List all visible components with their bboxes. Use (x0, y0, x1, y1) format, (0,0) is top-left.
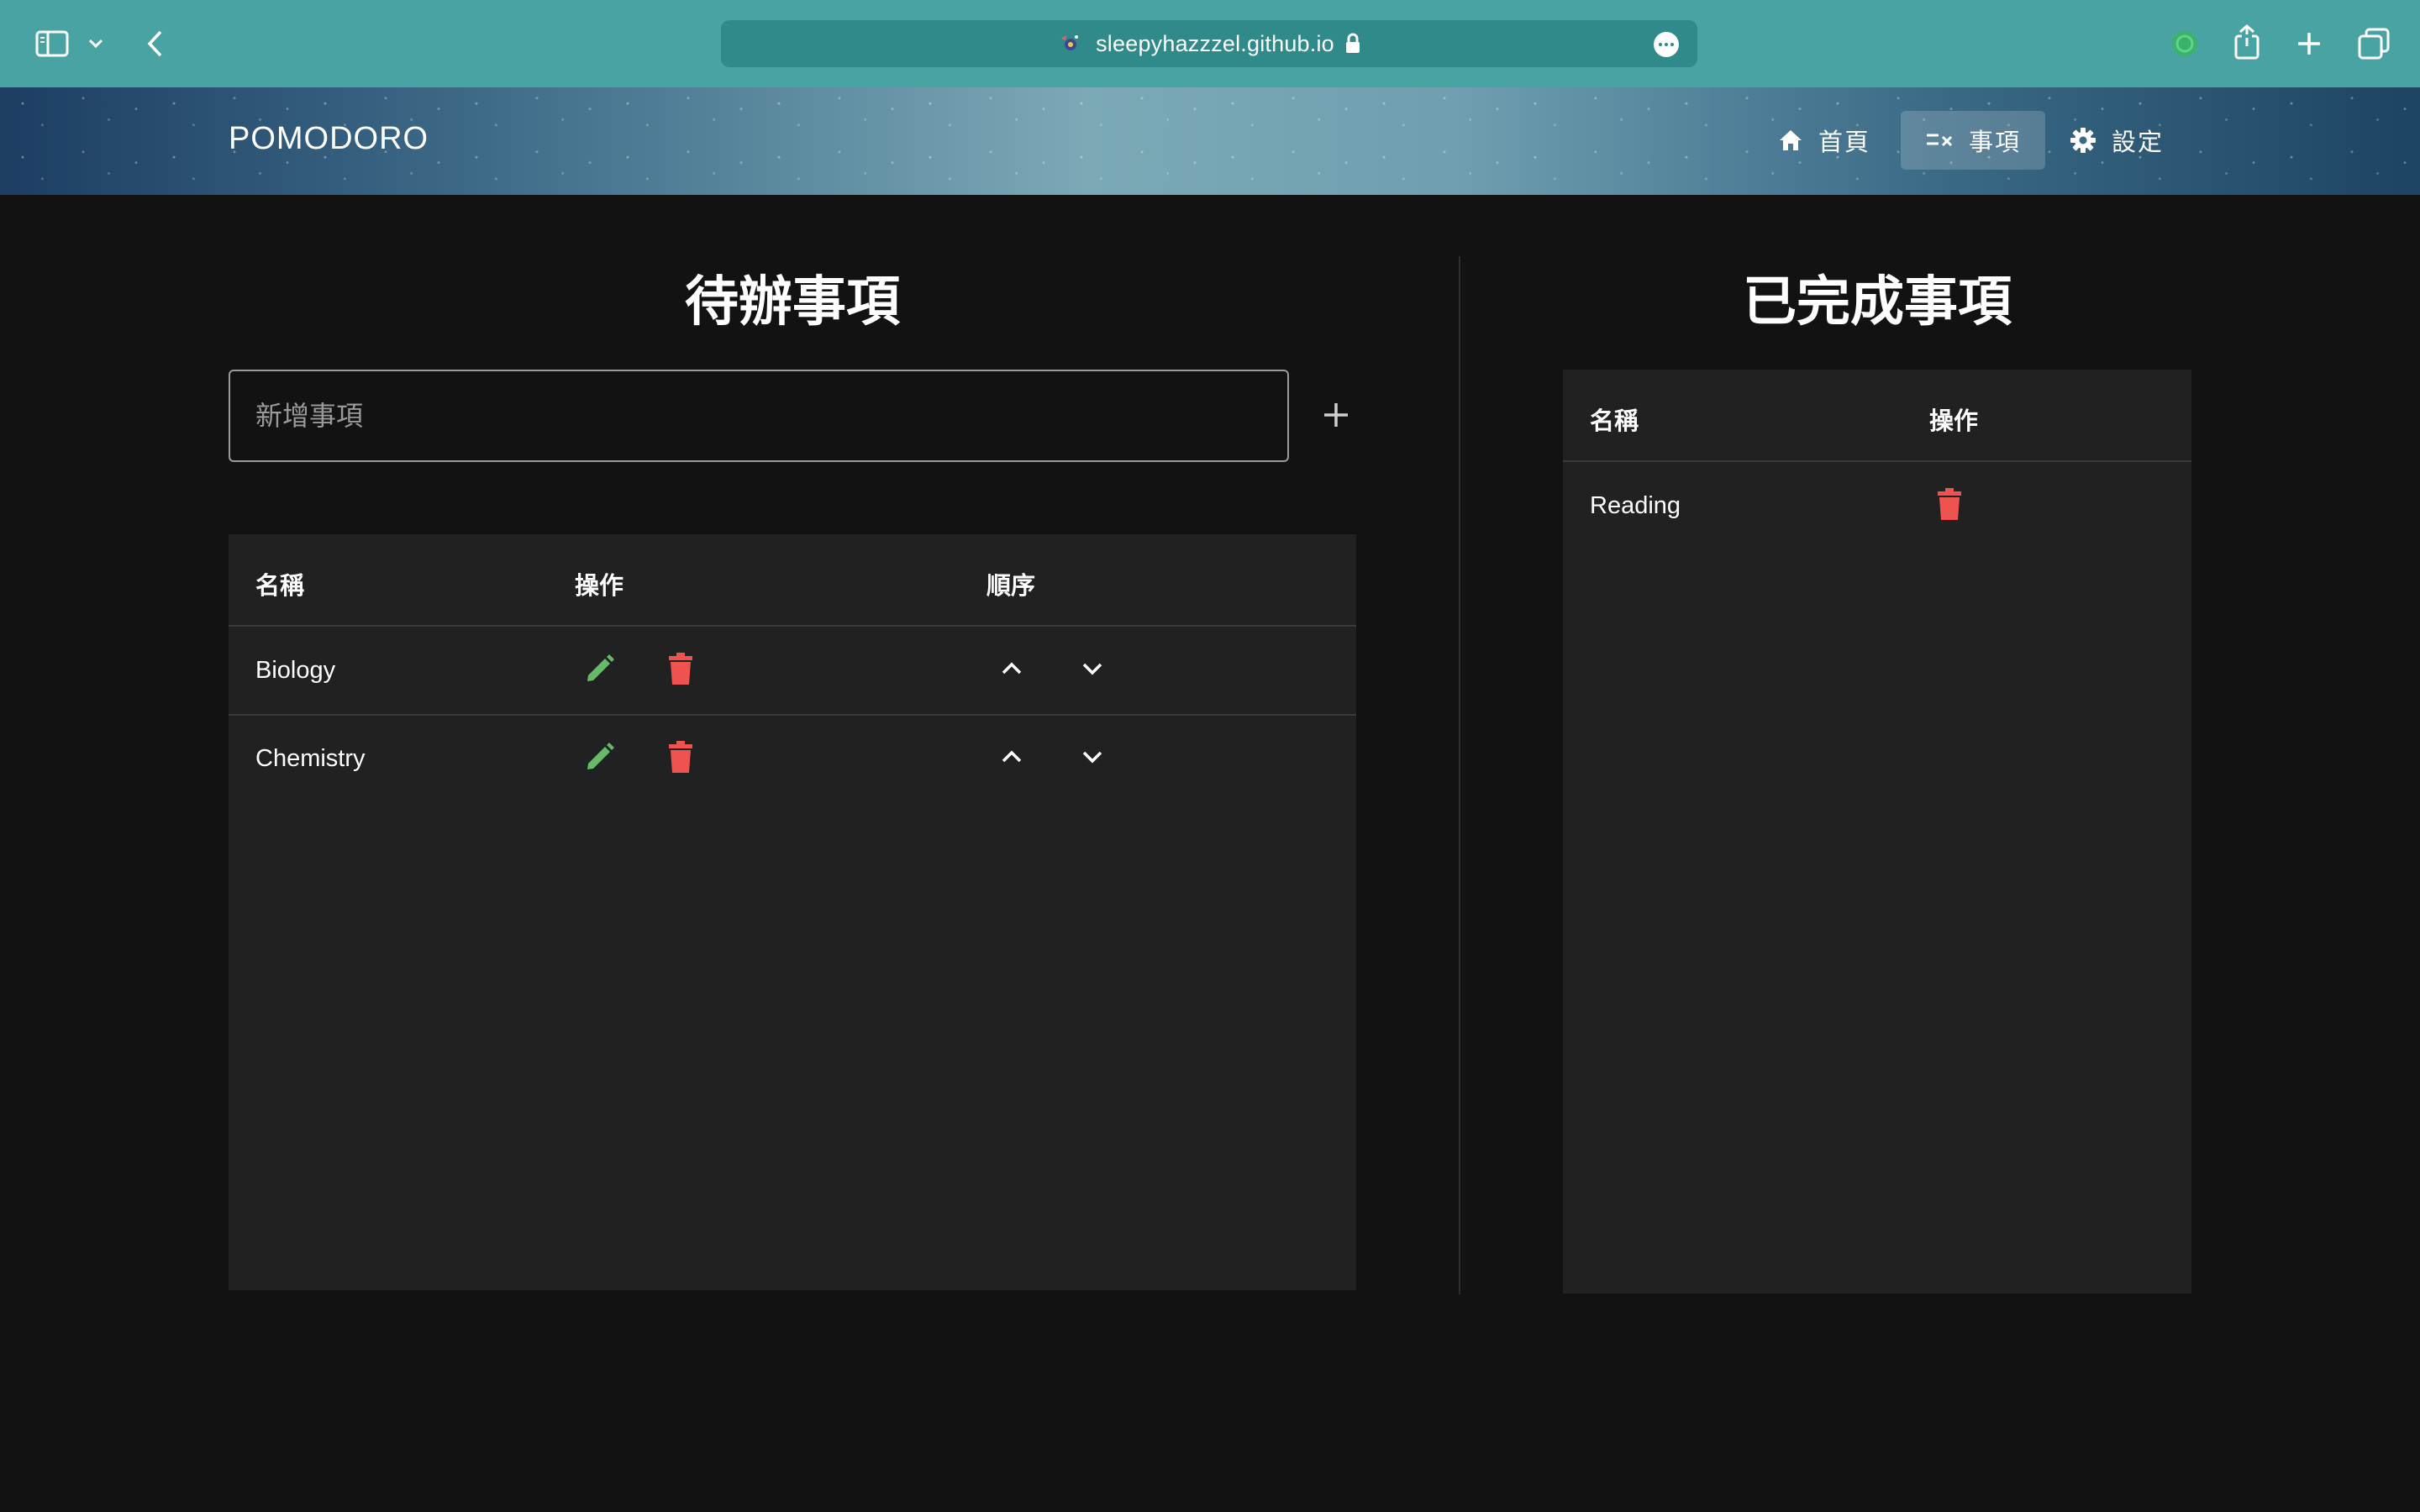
nav-home[interactable]: 首頁 (1765, 111, 1884, 170)
table-row-name: Biology (255, 657, 336, 684)
move-up-button[interactable] (992, 648, 1032, 689)
url-text: sleepyhazzzel.github.io (1096, 30, 1334, 56)
new-tab-icon[interactable] (2292, 27, 2326, 60)
trash-icon (669, 653, 692, 685)
new-item-input[interactable] (229, 370, 1289, 462)
extension-icon[interactable] (2168, 27, 2202, 60)
column-header-name: 名稱 (1590, 408, 1639, 435)
column-header-order: 順序 (986, 573, 1036, 600)
todo-table: 名稱 操作 順序 Biology Chemistry (229, 534, 1356, 1290)
address-bar[interactable]: sleepyhazzzel.github.io (721, 20, 1697, 67)
plus-icon (1324, 403, 1348, 427)
nav-settings-label: 設定 (2111, 129, 2164, 156)
todo-title: 待辦事項 (685, 271, 900, 332)
header-divider (1563, 460, 2191, 462)
table-row-name: Reading (1590, 492, 1681, 519)
more-options-icon[interactable] (1654, 32, 1679, 57)
sidebar-toggle-icon[interactable] (34, 25, 71, 62)
home-icon (1778, 129, 1803, 152)
share-icon[interactable] (2230, 22, 2264, 62)
delete-button[interactable] (660, 737, 701, 777)
pencil-icon (587, 743, 614, 769)
chevron-up-icon (1002, 662, 1022, 675)
nav-home-label: 首頁 (1818, 129, 1870, 156)
nav-todo-label: 事項 (1968, 129, 2021, 156)
chevron-up-icon (1002, 750, 1022, 763)
delete-button[interactable] (660, 648, 701, 689)
move-down-button[interactable] (1072, 737, 1113, 777)
add-item-button[interactable] (1316, 395, 1356, 435)
browser-toolbar: sleepyhazzzel.github.io (0, 0, 2420, 87)
table-row-name: Chemistry (255, 745, 366, 772)
lock-icon (1344, 33, 1361, 55)
edit-button[interactable] (580, 737, 620, 777)
checklist-icon (1925, 130, 1954, 150)
edit-button[interactable] (580, 648, 620, 689)
column-header-name: 名稱 (255, 573, 305, 600)
pencil-icon (587, 654, 614, 681)
row-divider (229, 714, 1356, 716)
chevron-down-icon (1082, 751, 1102, 764)
move-up-button[interactable] (992, 737, 1032, 777)
back-icon[interactable] (139, 25, 170, 62)
column-header-actions: 操作 (575, 573, 624, 600)
column-header-actions: 操作 (1929, 408, 1979, 435)
nav-todo[interactable]: 事項 (1901, 111, 2045, 170)
site-favicon-icon (1057, 31, 1082, 56)
done-table: 名稱 操作 Reading (1563, 370, 2191, 1294)
done-title: 已完成事項 (1743, 271, 2012, 332)
header-divider (229, 625, 1356, 627)
app-title[interactable]: POMODORO (229, 121, 429, 157)
chevron-down-icon (1082, 663, 1102, 675)
trash-icon (1938, 488, 1961, 520)
nav-settings[interactable]: 設定 (2059, 111, 2175, 170)
panel-divider (1459, 256, 1460, 1294)
trash-icon (669, 741, 692, 773)
delete-button[interactable] (1929, 484, 1970, 524)
move-down-button[interactable] (1072, 648, 1113, 689)
gear-icon (2070, 127, 2096, 154)
chevron-down-icon[interactable] (84, 30, 108, 57)
app-header: POMODORO (0, 87, 2420, 195)
tab-overview-icon[interactable] (2356, 25, 2391, 62)
